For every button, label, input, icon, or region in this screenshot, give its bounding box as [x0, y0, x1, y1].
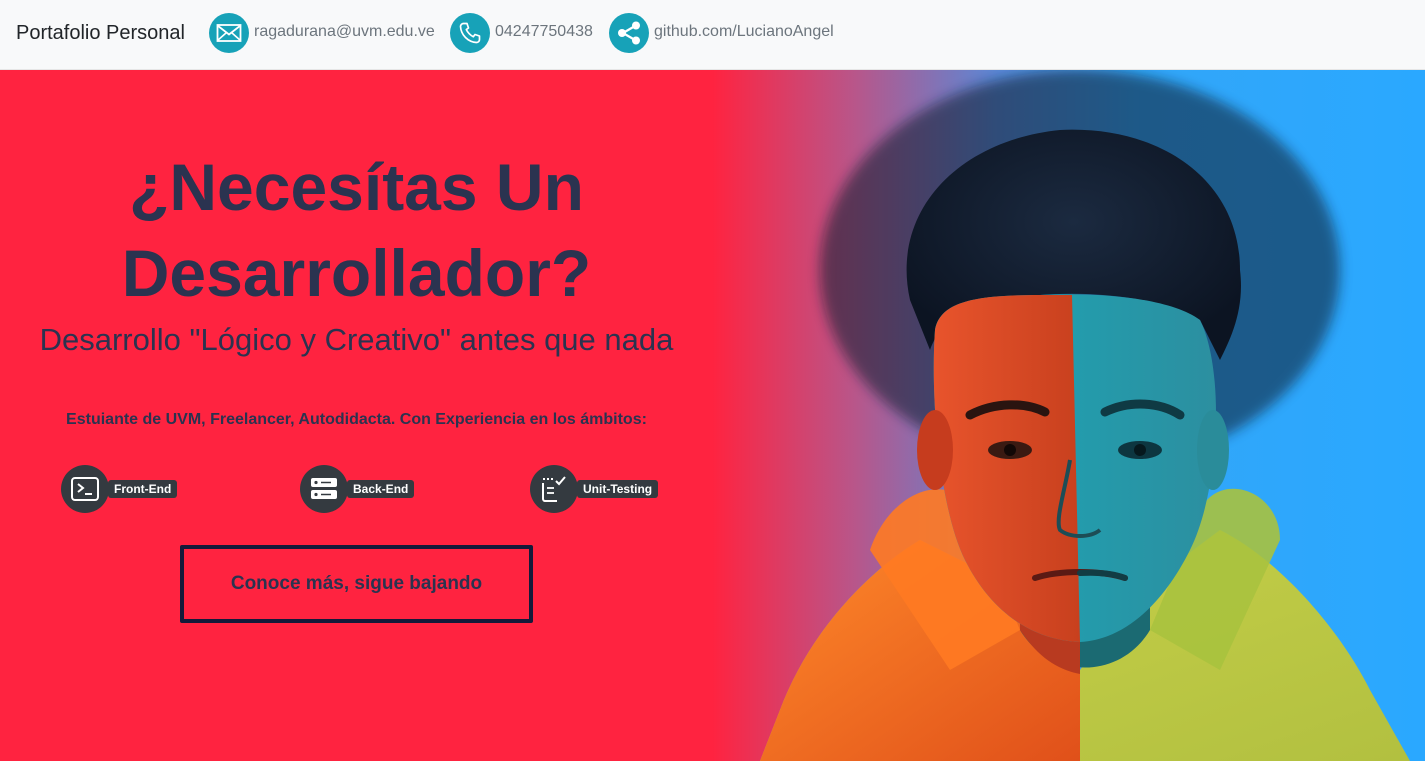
server-icon: [300, 465, 348, 513]
skill-front-end: Front-End: [61, 465, 178, 513]
hero-title: ¿Necesítas Un Desarrollador?: [0, 144, 713, 316]
terminal-icon: [61, 465, 109, 513]
skill-unit-testing: Unit-Testing: [530, 465, 659, 513]
portrait-photo: [760, 70, 1410, 761]
phone-icon: [450, 13, 490, 53]
contact-github-text[interactable]: github.com/LucianoAngel: [654, 23, 834, 41]
skill-front-end-label: Front-End: [108, 480, 178, 498]
hero-experience: Estuiante de UVM, Freelancer, Autodidact…: [66, 411, 647, 428]
skill-back-end: Back-End: [300, 465, 415, 513]
hero-section: ¿Necesítas Un Desarrollador? Desarrollo …: [0, 70, 1425, 761]
hero-title-line2: Desarrollador?: [121, 236, 592, 310]
share-icon: [609, 13, 649, 53]
navbar: Portafolio Personal ragadurana@uvm.edu.v…: [0, 0, 1425, 70]
checklist-icon: [530, 465, 578, 513]
contact-github[interactable]: github.com/LucianoAngel: [609, 13, 834, 53]
contact-phone[interactable]: 04247750438: [450, 13, 593, 53]
hero-title-line1: ¿Necesítas Un: [129, 150, 584, 224]
contact-email-text[interactable]: ragadurana@uvm.edu.ve: [254, 23, 435, 41]
navbar-brand[interactable]: Portafolio Personal: [16, 22, 185, 45]
skill-back-end-label: Back-End: [347, 480, 415, 498]
hero-subtitle: Desarrollo "Lógico y Creativo" antes que…: [39, 322, 674, 357]
envelope-icon: [209, 13, 249, 53]
contact-phone-text[interactable]: 04247750438: [495, 23, 593, 41]
cta-button[interactable]: Conoce más, sigue bajando: [180, 545, 533, 623]
contact-email[interactable]: ragadurana@uvm.edu.ve: [209, 13, 435, 53]
skill-unit-testing-label: Unit-Testing: [577, 480, 659, 498]
